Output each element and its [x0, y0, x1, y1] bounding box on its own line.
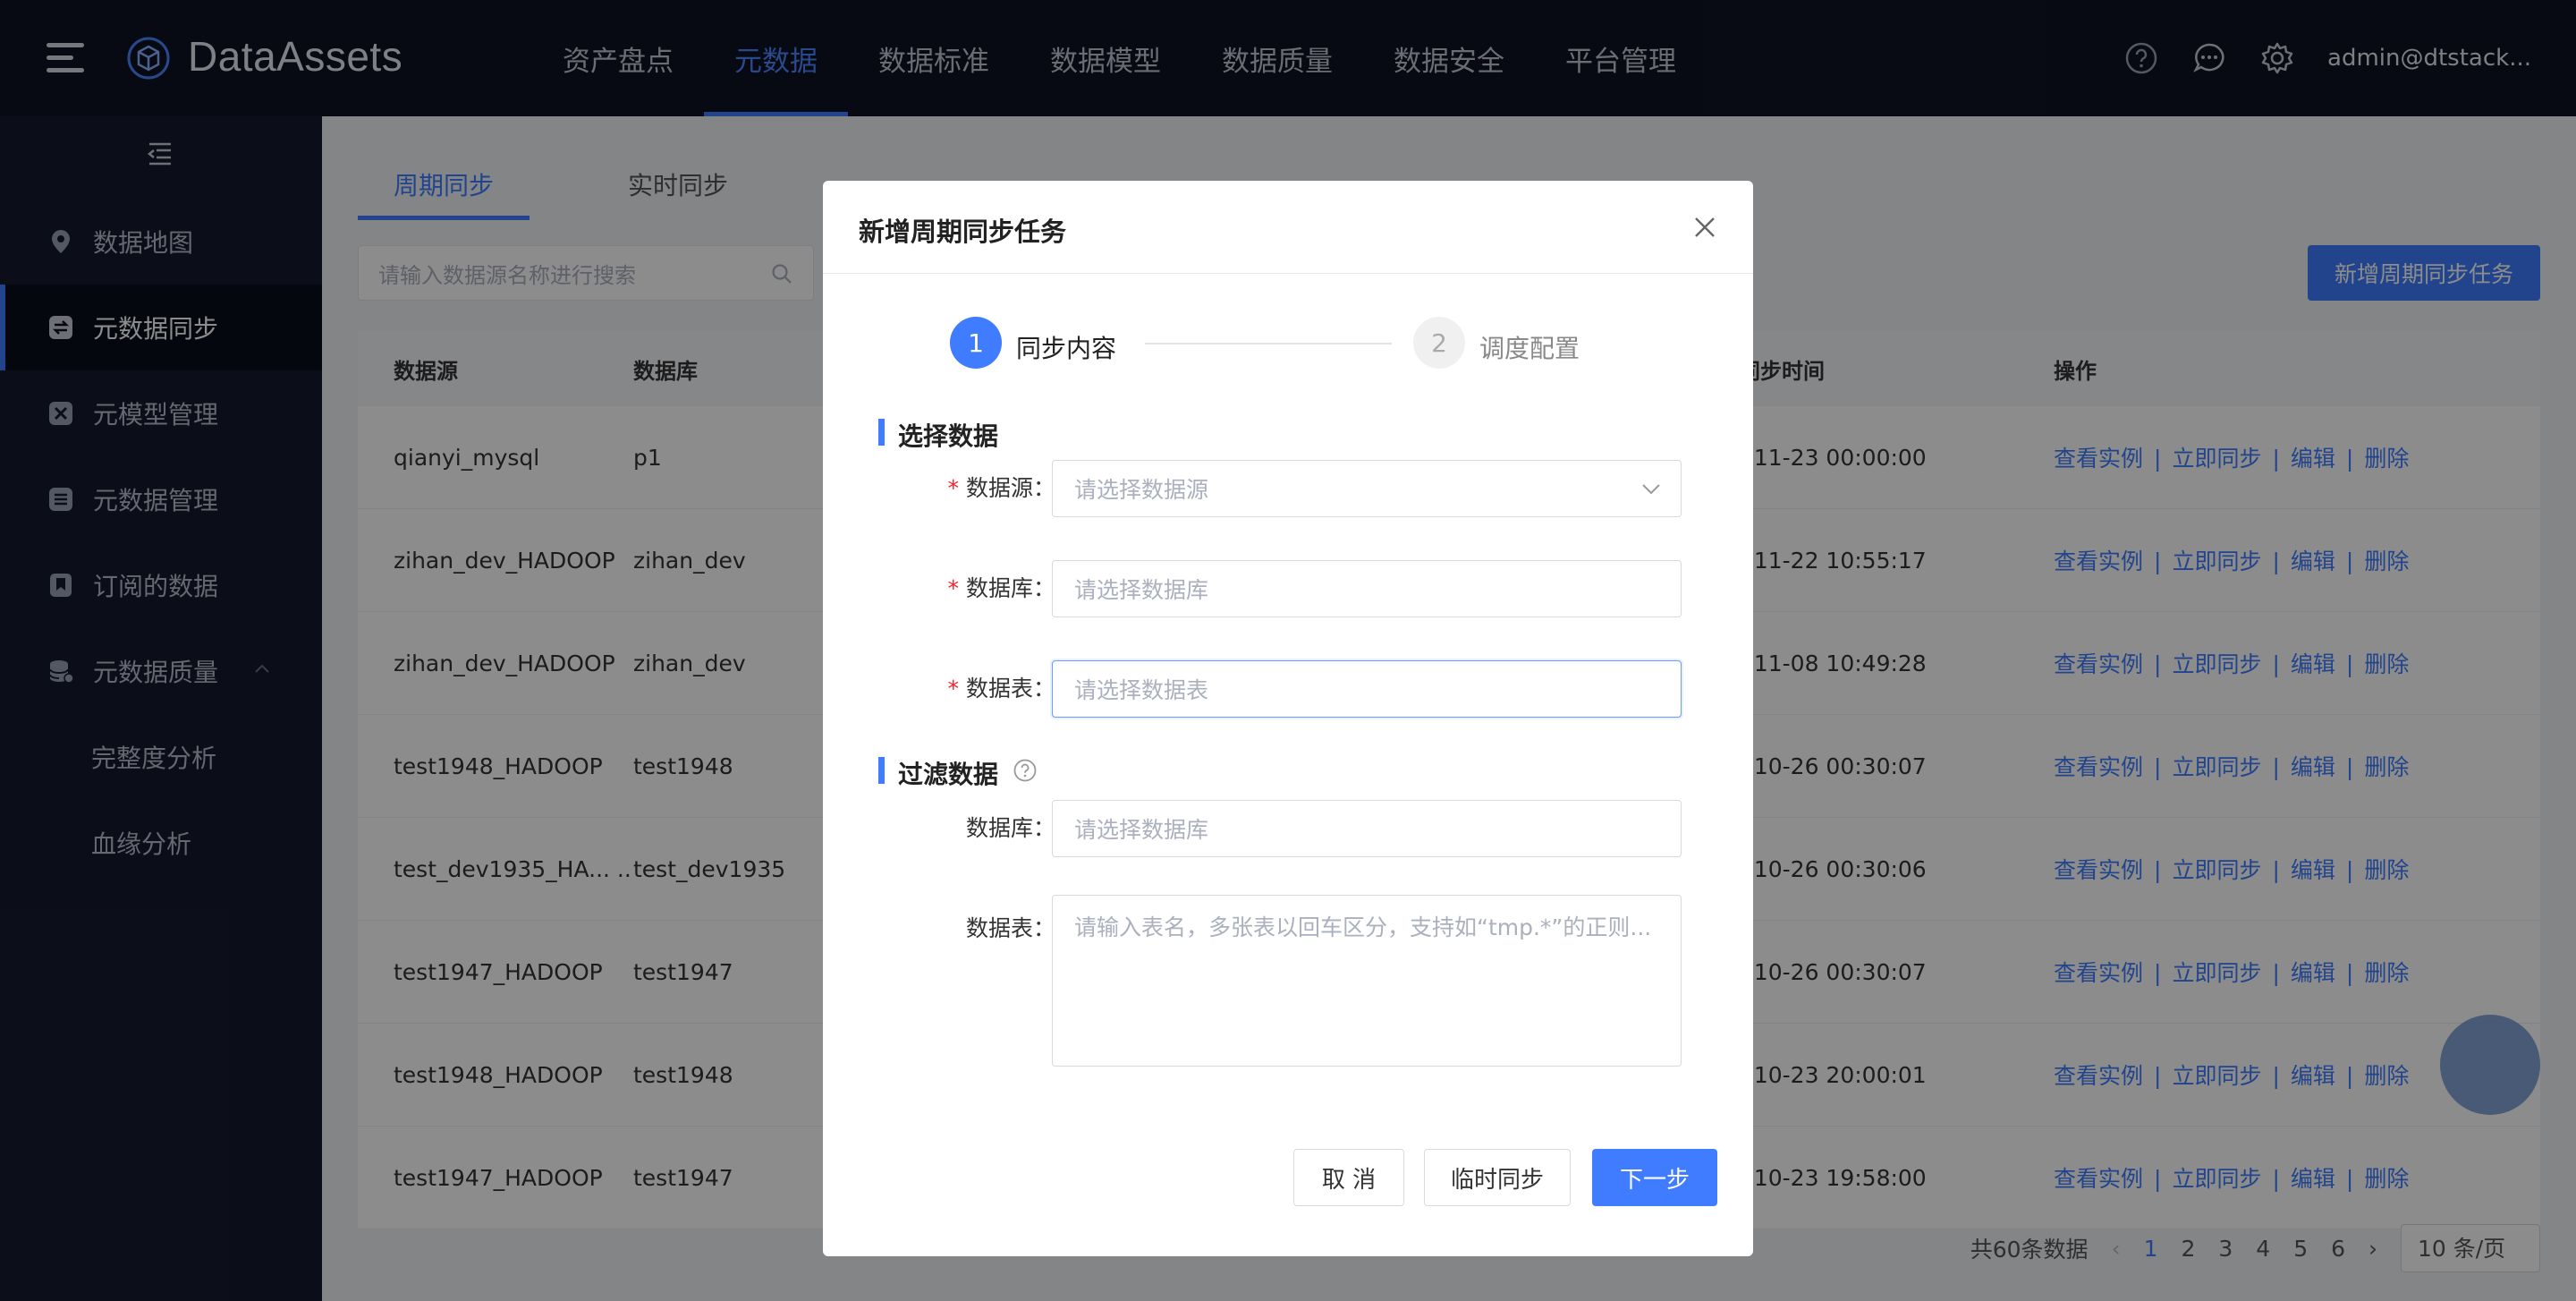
table-select[interactable]: 请选择数据表: [1052, 660, 1682, 718]
modal-header: 新增周期同步任务: [823, 181, 1753, 274]
close-icon[interactable]: [1692, 215, 1717, 240]
source-label: * 数据源：: [947, 475, 1055, 501]
filter-db-label: 数据库：: [965, 815, 1055, 841]
source-placeholder: 请选择数据源: [1074, 477, 1209, 503]
step-1-label: 同步内容: [1016, 334, 1117, 363]
add-sync-task-modal: 新增周期同步任务 1 同步内容 2 调度配置 选择数据 * 数据源： 请选择数据源…: [823, 181, 1753, 1256]
section-filter-data: 过滤数据: [878, 755, 1037, 791]
temp-sync-button[interactable]: 临时同步: [1424, 1149, 1571, 1206]
chevron-down-icon: [1642, 484, 1660, 495]
question-circle-icon[interactable]: [1013, 758, 1038, 783]
table-placeholder: 请选择数据表: [1074, 677, 1209, 703]
modal-title: 新增周期同步任务: [859, 217, 1067, 247]
filter-table-label: 数据表：: [965, 915, 1055, 941]
section-select-data: 选择数据: [878, 417, 998, 453]
step-indicator: 1 同步内容 2 调度配置: [950, 317, 1630, 370]
table-label: * 数据表：: [947, 676, 1055, 702]
step-2-number: 2: [1413, 317, 1465, 369]
step-2-label: 调度配置: [1479, 334, 1580, 363]
db-select[interactable]: 请选择数据库: [1052, 560, 1682, 617]
filter-db-placeholder: 请选择数据库: [1074, 817, 1209, 843]
db-label: * 数据库：: [947, 575, 1055, 601]
step-1-number: 1: [950, 317, 1002, 369]
section-filter-label: 过滤数据: [898, 760, 999, 789]
db-placeholder: 请选择数据库: [1074, 577, 1209, 603]
filter-table-textarea[interactable]: 请输入表名，多张表以回车区分，支持如“tmp.*”的正则...: [1052, 895, 1682, 1067]
source-select[interactable]: 请选择数据源: [1052, 460, 1682, 517]
modal-footer: 取 消 临时同步 下一步: [823, 1149, 1753, 1256]
next-step-button[interactable]: 下一步: [1592, 1149, 1717, 1206]
filter-table-placeholder: 请输入表名，多张表以回车区分，支持如“tmp.*”的正则...: [1074, 914, 1652, 940]
cancel-button[interactable]: 取 消: [1293, 1149, 1404, 1206]
filter-db-select[interactable]: 请选择数据库: [1052, 800, 1682, 857]
step-connector: [1145, 343, 1392, 344]
